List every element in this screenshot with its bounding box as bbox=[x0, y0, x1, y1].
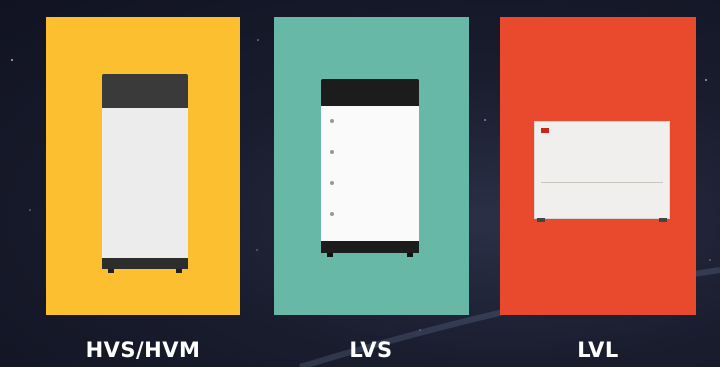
lvs-battery-image bbox=[321, 79, 419, 257]
product-card-lvs[interactable] bbox=[274, 17, 469, 315]
lvl-battery-image bbox=[534, 121, 670, 222]
product-card-lvl[interactable] bbox=[500, 17, 696, 315]
product-label-hvs-hvm[interactable]: HVS/HVM bbox=[43, 338, 243, 362]
product-label-lvl[interactable]: LVL bbox=[498, 338, 698, 362]
product-card-hvs-hvm[interactable] bbox=[46, 17, 240, 315]
hvs-battery-image bbox=[102, 74, 188, 273]
product-label-lvs[interactable]: LVS bbox=[271, 338, 471, 362]
brand-logo-icon bbox=[541, 128, 549, 133]
